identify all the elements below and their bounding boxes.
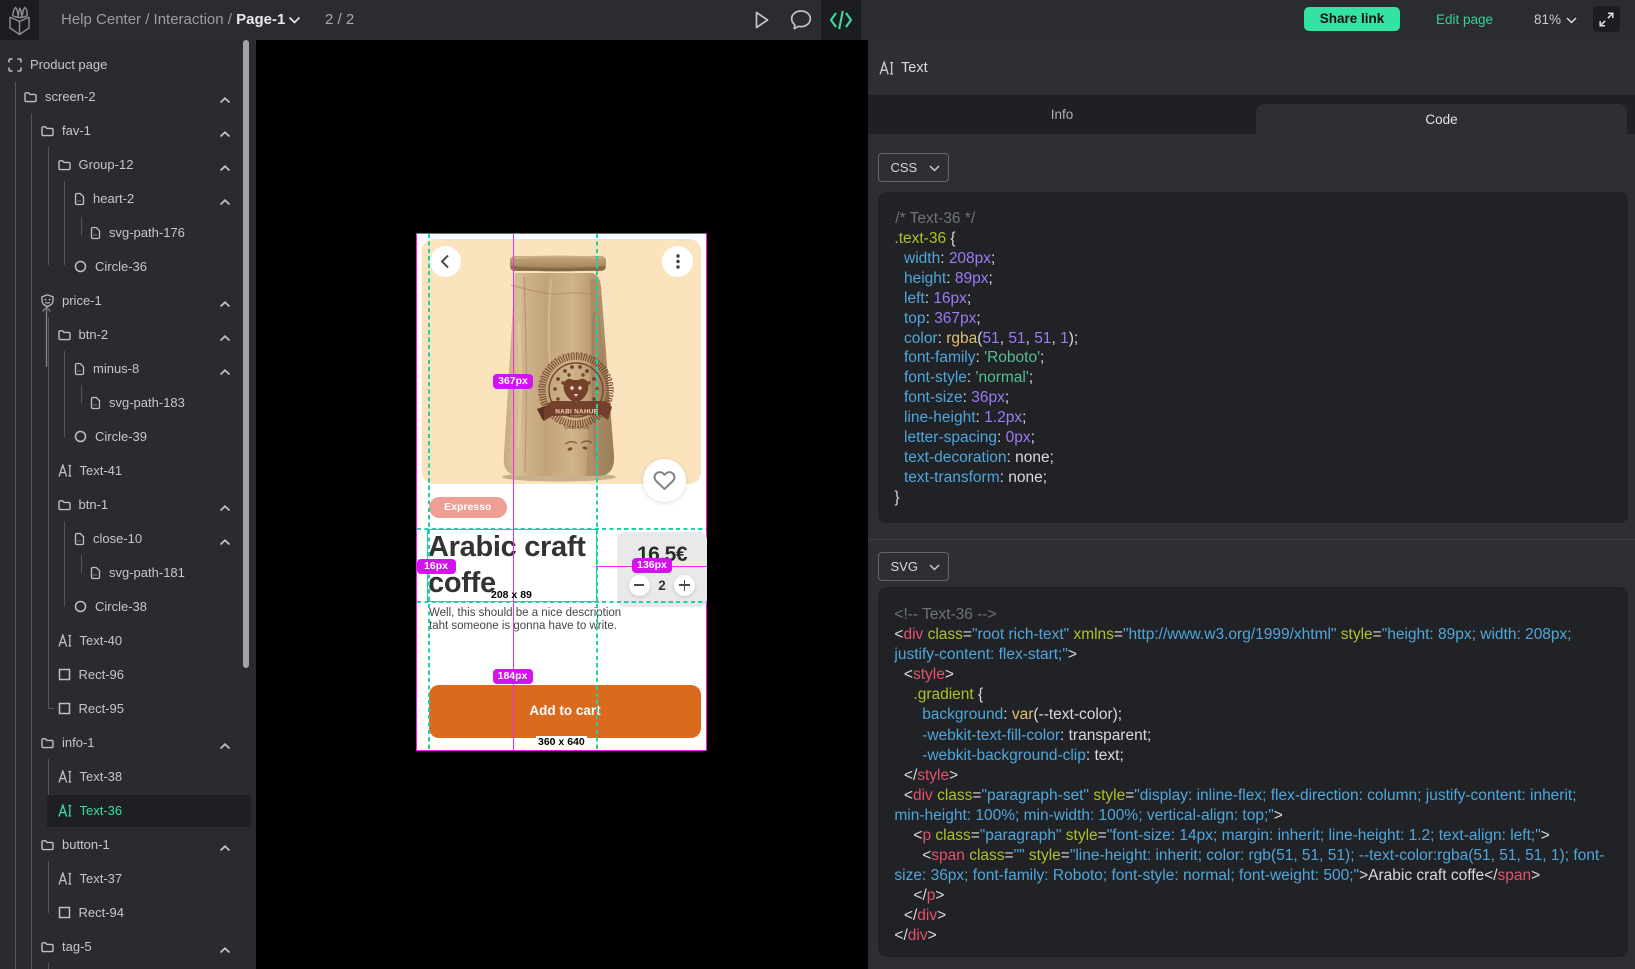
svg-text:NABI NAHUB: NABI NAHUB: [555, 409, 599, 416]
svg-text:HAND MADE: HAND MADE: [564, 425, 589, 430]
